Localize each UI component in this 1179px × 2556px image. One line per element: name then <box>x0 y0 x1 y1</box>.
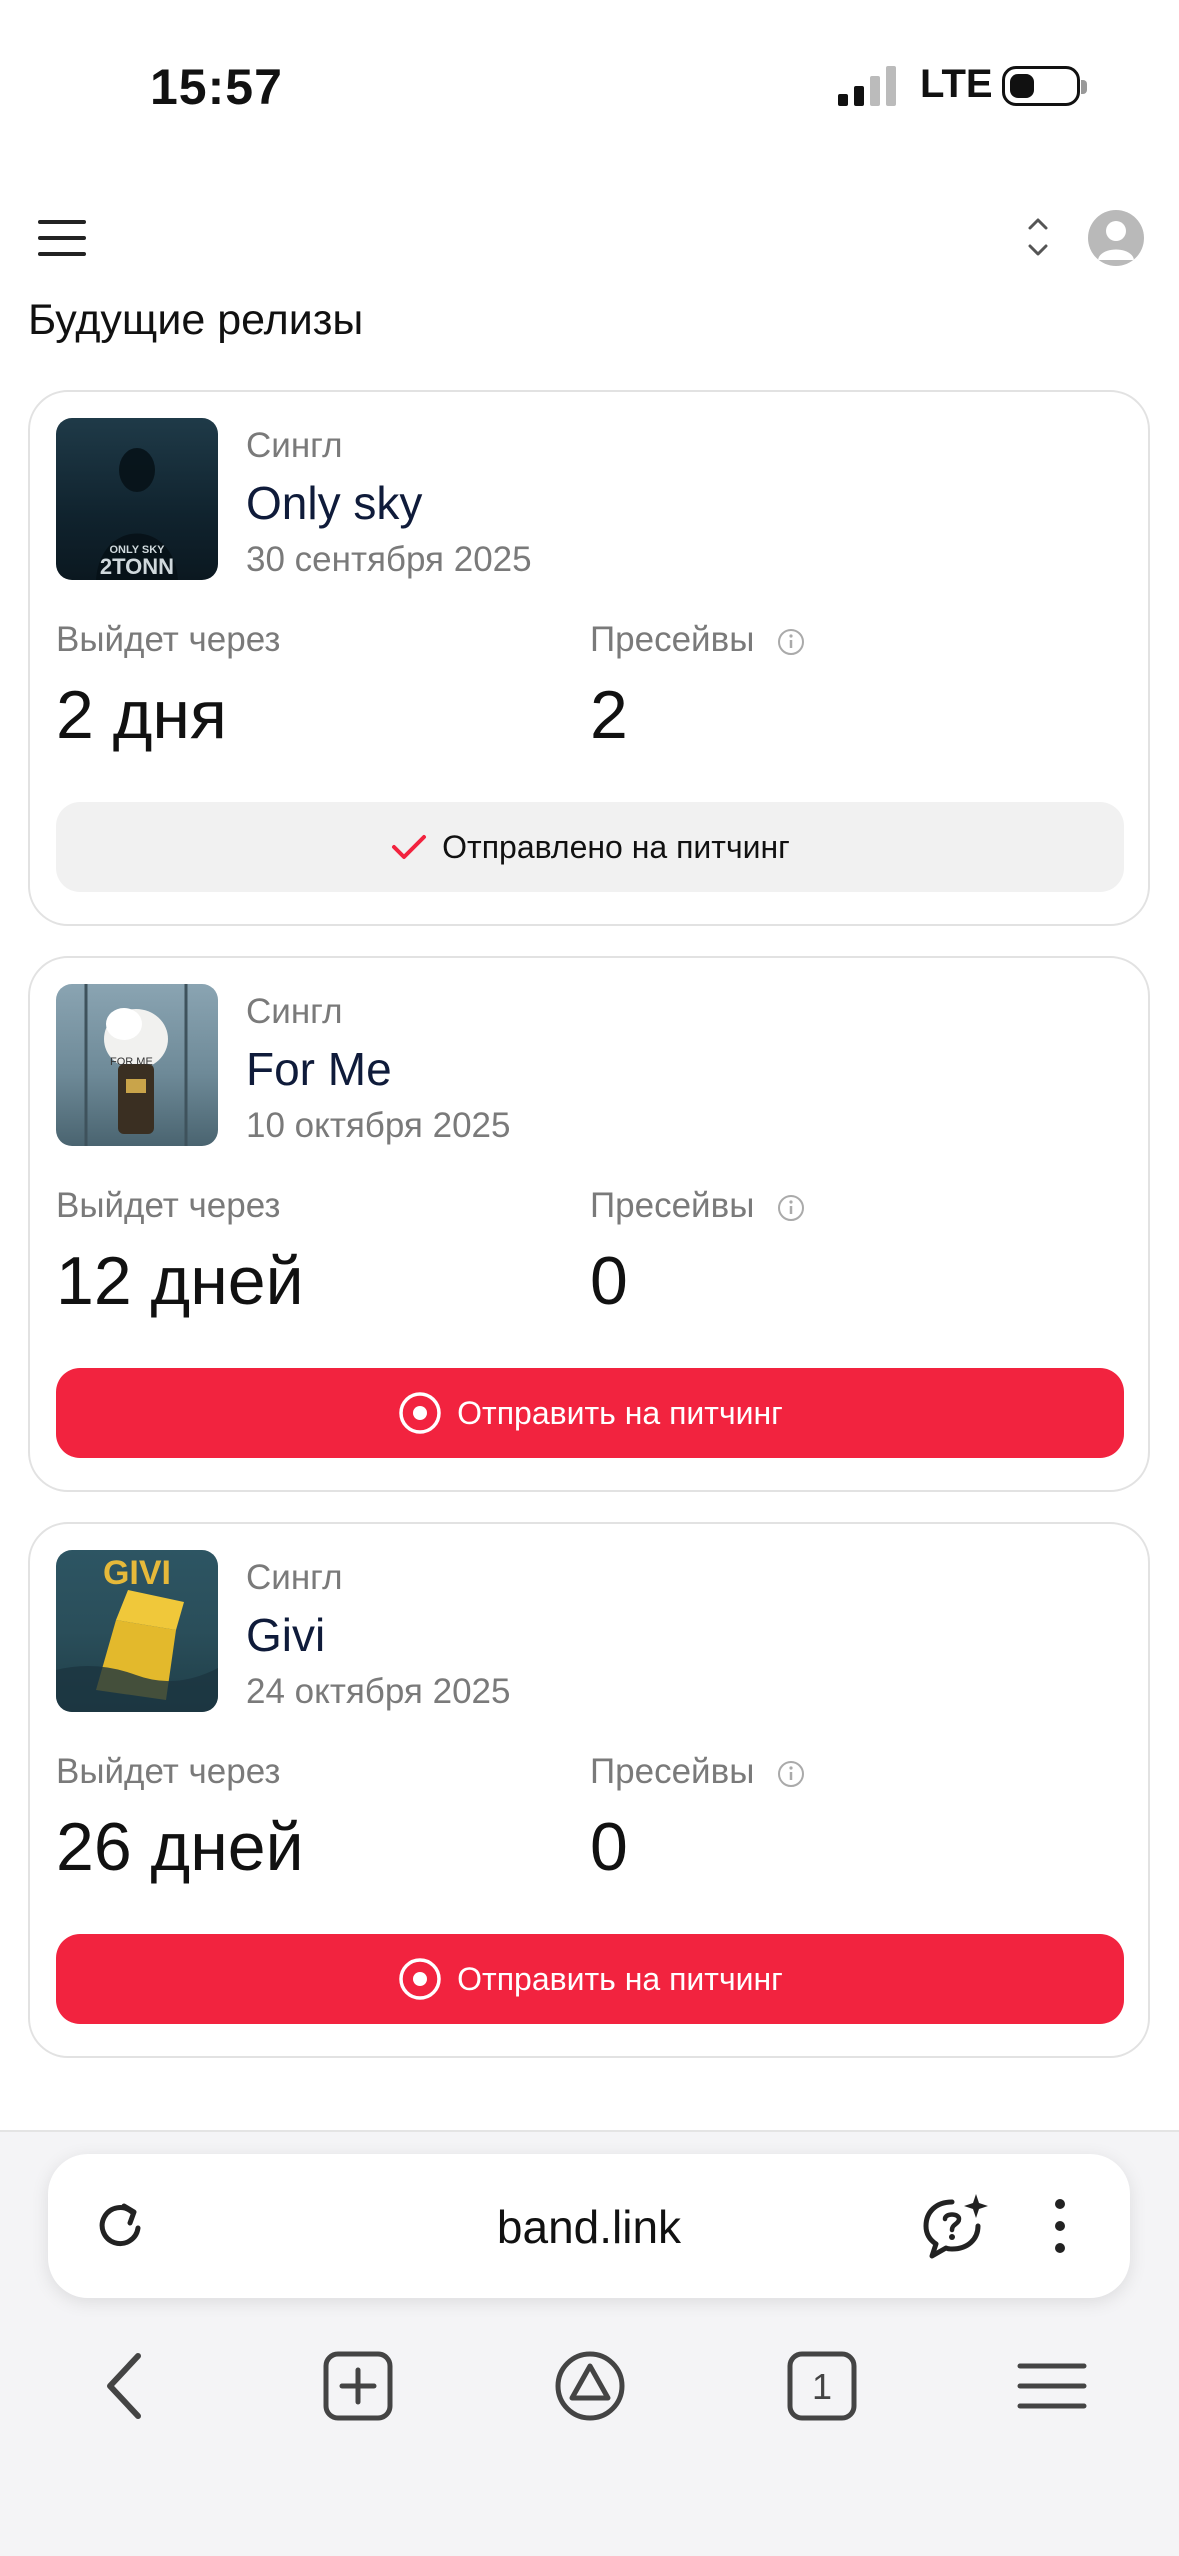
presaves-value: 0 <box>590 1809 628 1885</box>
status-time: 15:57 <box>150 59 283 115</box>
release-in-label: Выйдет через <box>56 1752 281 1791</box>
release-date: 24 октября 2025 <box>246 1672 511 1711</box>
release-title[interactable]: For Me <box>246 1042 392 1096</box>
presaves-label-row: Пресейвы <box>590 620 806 660</box>
alice-assistant-icon[interactable] <box>550 2346 630 2426</box>
presaves-label-row: Пресейвы <box>590 1752 806 1792</box>
release-card: ONLY SKY 2TONN Сингл Only sky 30 сентябр… <box>28 390 1150 926</box>
menu-hamburger-icon[interactable] <box>1012 2346 1092 2426</box>
info-icon[interactable] <box>776 1193 806 1223</box>
tabs-count: 1 <box>812 2366 832 2407</box>
release-cover[interactable]: ONLY SKY 2TONN <box>56 418 218 580</box>
info-icon[interactable] <box>776 1759 806 1789</box>
cellular-signal-icon <box>838 66 896 106</box>
presaves-value: 2 <box>590 677 628 753</box>
release-date: 10 октября 2025 <box>246 1106 511 1145</box>
presaves-label: Пресейвы <box>590 1186 755 1225</box>
release-card: GIVI Сингл Givi 24 октября 2025 Выйдет ч… <box>28 1522 1150 2058</box>
back-icon[interactable] <box>86 2346 166 2426</box>
status-bar: 15:57 LTE <box>0 0 1179 150</box>
battery-icon <box>1002 66 1080 106</box>
presaves-value: 0 <box>590 1243 628 1319</box>
new-tab-icon[interactable] <box>318 2346 398 2426</box>
pitching-button-label: Отправлено на питчинг <box>442 828 790 865</box>
release-cover[interactable]: FOR ME <box>56 984 218 1146</box>
target-icon <box>399 1392 441 1434</box>
chevron-up-down-icon[interactable] <box>1024 212 1052 262</box>
cover-caption: FOR ME <box>110 1056 153 1068</box>
address-bar[interactable]: band.link <box>48 2154 1130 2298</box>
presaves-label: Пресейвы <box>590 620 755 659</box>
presaves-label-row: Пресейвы <box>590 1186 806 1226</box>
tabs-icon[interactable]: 1 <box>782 2346 862 2426</box>
page-title: Будущие релизы <box>28 296 364 344</box>
menu-icon[interactable] <box>38 220 86 256</box>
pitching-sent-button[interactable]: Отправлено на питчинг <box>56 802 1124 892</box>
pitching-button-label: Отправить на питчинг <box>457 1394 783 1431</box>
release-in-value: 12 дней <box>56 1243 304 1319</box>
cover-caption: GIVI <box>102 1554 172 1592</box>
target-icon <box>399 1958 441 2000</box>
release-in-label: Выйдет через <box>56 620 281 659</box>
release-in-value: 26 дней <box>56 1809 304 1885</box>
network-type: LTE <box>920 62 993 106</box>
release-type: Сингл <box>246 1558 343 1597</box>
battery-tip <box>1081 80 1087 94</box>
info-icon[interactable] <box>776 627 806 657</box>
release-title[interactable]: Only sky <box>246 476 422 530</box>
cover-artist: 2TONN <box>99 554 175 579</box>
release-in-value: 2 дня <box>56 677 227 753</box>
user-icon <box>1098 221 1134 260</box>
presaves-label: Пресейвы <box>590 1752 755 1791</box>
more-vertical-icon[interactable] <box>1048 2194 1072 2258</box>
release-in-label: Выйдет через <box>56 1186 281 1225</box>
release-cover[interactable]: GIVI <box>56 1550 218 1712</box>
checkmark-icon <box>392 835 427 859</box>
send-pitching-button[interactable]: Отправить на питчинг <box>56 1368 1124 1458</box>
assistant-chat-icon[interactable] <box>918 2190 990 2262</box>
pitching-button-label: Отправить на питчинг <box>457 1960 783 1997</box>
release-type: Сингл <box>246 426 343 465</box>
release-title[interactable]: Givi <box>246 1608 325 1662</box>
avatar[interactable] <box>1088 210 1144 266</box>
release-card: FOR ME Сингл For Me 10 октября 2025 Выйд… <box>28 956 1150 1492</box>
release-date: 30 сентября 2025 <box>246 540 532 579</box>
release-type: Сингл <box>246 992 343 1031</box>
send-pitching-button[interactable]: Отправить на питчинг <box>56 1934 1124 2024</box>
